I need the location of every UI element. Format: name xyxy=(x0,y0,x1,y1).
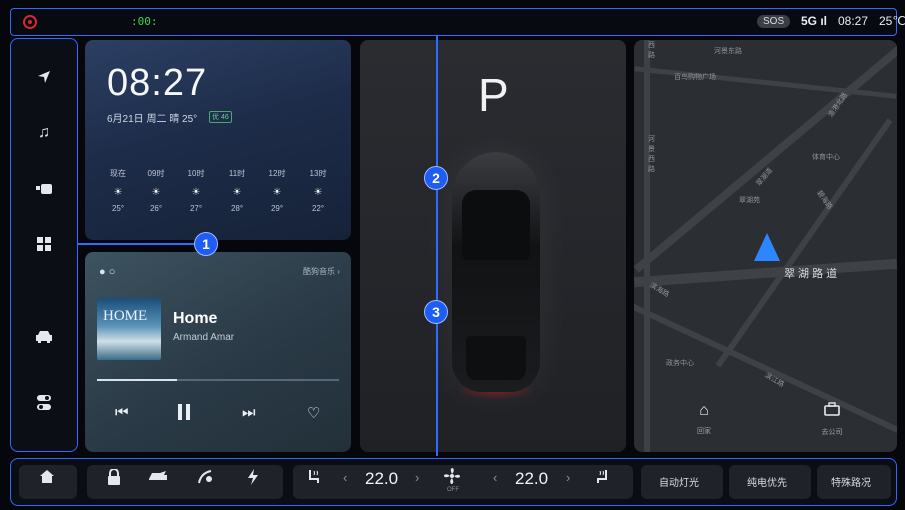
fuel-door-icon[interactable] xyxy=(197,469,215,489)
right-temperature: 22.0 xyxy=(515,469,549,488)
apps-grid-icon[interactable] xyxy=(32,232,56,256)
annotation-badge: 1 xyxy=(194,232,218,256)
map-label: 河景东路 xyxy=(714,48,742,55)
map-label: 河景西路 xyxy=(648,136,655,173)
toggle-settings-icon[interactable] xyxy=(32,391,56,415)
hour-forecast: 09时 ☀ 26° xyxy=(141,168,171,213)
annotation-badge: 3 xyxy=(424,300,448,324)
next-track-icon[interactable]: ⏭ xyxy=(242,404,256,421)
lock-icon[interactable] xyxy=(107,468,121,489)
status-bar: :00: SOS 5G ıl 08:27 25℃ xyxy=(10,8,905,36)
music-source-icons: ● ○ xyxy=(99,266,116,278)
album-cover[interactable]: HOME xyxy=(97,298,161,360)
pause-icon[interactable] xyxy=(177,404,191,424)
sun-icon: ☀ xyxy=(113,187,123,198)
music-icon[interactable]: ♫ xyxy=(32,121,56,145)
trunk-icon[interactable] xyxy=(147,469,169,487)
green-indicator: :00: xyxy=(131,15,158,28)
favorite-heart-icon[interactable]: ♡ xyxy=(307,404,320,422)
home-icon: ⌂ xyxy=(699,402,709,419)
passenger-seat-heat-icon[interactable] xyxy=(595,469,611,489)
hour-forecast: 10时 ☀ 27° xyxy=(181,168,211,213)
increase-left-temp-icon[interactable]: › xyxy=(415,470,419,485)
sos-badge[interactable]: SOS xyxy=(757,15,791,28)
clock-display: 08:27 xyxy=(107,62,208,104)
sun-icon: ☀ xyxy=(232,187,242,198)
map-label: 翠湖苑 xyxy=(739,197,760,204)
song-title: Home xyxy=(173,310,218,327)
auto-light-label: 自动灯光 xyxy=(659,478,699,489)
annotation-badge: 2 xyxy=(424,166,448,190)
status-time: 08:27 xyxy=(838,14,869,28)
map-label: 体育中心 xyxy=(812,154,840,161)
map-label: 西 xyxy=(648,42,655,49)
sun-icon: ☀ xyxy=(272,187,282,198)
outside-temperature: 25℃ xyxy=(879,14,905,28)
map-label: 百鸟购物广场 xyxy=(674,74,716,81)
fan-status-label: OFF xyxy=(447,487,459,493)
charging-icon[interactable] xyxy=(247,469,259,489)
increase-right-temp-icon[interactable]: › xyxy=(566,470,570,485)
progress-fill xyxy=(97,379,177,381)
album-cover-text: HOME xyxy=(103,308,148,324)
driver-seat-heat-icon[interactable] xyxy=(305,469,321,489)
briefcase-icon xyxy=(812,402,852,421)
annotation-line xyxy=(436,36,438,456)
map-road xyxy=(634,258,897,288)
map-road xyxy=(715,118,893,368)
music-card[interactable]: ● ○ 酷狗音乐 › HOME Home Armand Amar ⏮ ⏭ ♡ xyxy=(85,252,351,452)
hour-forecast: 现在 ☀ 25° xyxy=(103,168,133,213)
hour-forecast: 11时 ☀ 28° xyxy=(222,168,252,213)
fan-icon[interactable] xyxy=(443,467,461,489)
ev-priority-label: 纯电优先 xyxy=(747,478,787,489)
music-app-link[interactable]: 酷狗音乐 › xyxy=(303,266,340,277)
sun-icon: ☀ xyxy=(151,187,161,198)
car-windshield xyxy=(462,190,530,260)
map-road xyxy=(644,40,650,452)
weather-card[interactable]: 08:27 6月21日 周二 晴 25° 优 46 现在 ☀ 25° 09时 ☀ 26°… xyxy=(85,40,351,240)
hour-forecast: 12时 ☀ 29° xyxy=(262,168,292,213)
current-street-label: 翠 湖 路 道 xyxy=(784,268,838,280)
left-temperature: 22.0 xyxy=(365,469,399,488)
map-label: 路 xyxy=(648,52,655,59)
sidebar: ♫ xyxy=(10,38,78,452)
map-view[interactable]: 河景东路 西 路 百鸟购物广场 河景西路 体育中心 渔港北路 翠湖道 碧海路 滨… xyxy=(634,40,897,452)
decrease-left-temp-icon[interactable]: ‹ xyxy=(343,470,347,485)
camera-icon[interactable] xyxy=(32,177,56,201)
sun-icon: ☀ xyxy=(313,187,323,198)
climate-control-bar: ‹ 22.0 › OFF ‹ 22.0 › 自动灯光 纯电优先 特殊路况 xyxy=(10,458,897,506)
network-indicator: 5G ıl xyxy=(801,14,828,28)
recording-icon xyxy=(23,15,37,29)
vehicle-status-panel: P xyxy=(360,40,626,452)
sun-icon: ☀ xyxy=(191,187,201,198)
navigate-home-button[interactable]: ⌂ 回家 xyxy=(684,402,724,436)
decrease-right-temp-icon[interactable]: ‹ xyxy=(493,470,497,485)
date-weather-line: 6月21日 周二 晴 25° xyxy=(107,114,198,125)
car-icon[interactable] xyxy=(32,325,56,349)
navigate-office-button[interactable]: 去公司 xyxy=(812,402,852,437)
navigation-icon[interactable] xyxy=(32,65,56,89)
annotation-line xyxy=(78,243,208,245)
aqi-badge: 优 46 xyxy=(209,111,232,123)
home-icon xyxy=(39,469,55,488)
current-location-arrow-icon xyxy=(754,233,780,261)
gear-indicator: P xyxy=(478,69,509,121)
special-road-label: 特殊路况 xyxy=(831,478,871,489)
song-artist: Armand Amar xyxy=(173,332,235,343)
previous-track-icon[interactable]: ⏮ xyxy=(115,404,129,421)
hour-forecast: 13时 ☀ 22° xyxy=(303,168,333,213)
car-rear-window xyxy=(466,336,526,380)
map-label: 政务中心 xyxy=(666,360,694,367)
